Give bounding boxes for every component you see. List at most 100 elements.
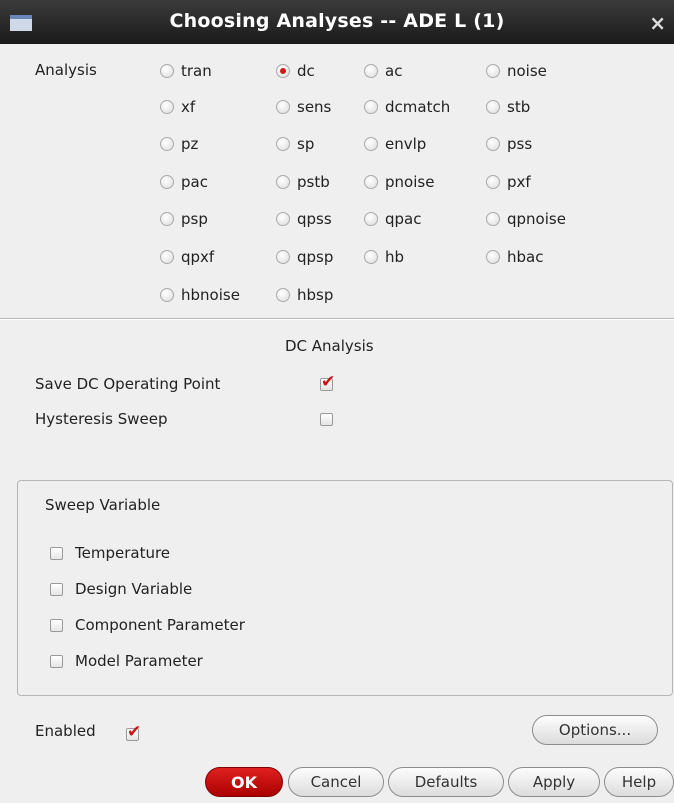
check-icon: ✔ — [321, 372, 336, 392]
sweep-variable-heading: Sweep Variable — [45, 496, 161, 514]
radio-pac-label: pac — [181, 173, 208, 191]
radio-hbsp-label: hbsp — [297, 286, 334, 304]
help-button[interactable]: Help — [604, 767, 674, 797]
radio-pnoise-icon — [364, 175, 378, 189]
radio-qpac-label: qpac — [385, 210, 422, 228]
dc-analysis-heading: DC Analysis — [285, 337, 374, 355]
radio-hb-icon — [364, 250, 378, 264]
radio-pstb[interactable]: pstb — [276, 172, 330, 192]
radio-tran-label: tran — [181, 62, 212, 80]
section-divider — [0, 318, 674, 320]
radio-pstb-icon — [276, 175, 290, 189]
radio-envlp-label: envlp — [385, 135, 427, 153]
radio-pac-icon — [160, 175, 174, 189]
temperature-checkbox[interactable] — [50, 547, 63, 560]
radio-ac-icon — [364, 64, 378, 78]
radio-hbsp[interactable]: hbsp — [276, 285, 333, 305]
radio-hbnoise-label: hbnoise — [181, 286, 240, 304]
radio-hbnoise-icon — [160, 288, 174, 302]
radio-qpxf[interactable]: qpxf — [160, 247, 214, 267]
radio-hbsp-icon — [276, 288, 290, 302]
radio-pac[interactable]: pac — [160, 172, 208, 192]
radio-hb-label: hb — [385, 248, 405, 266]
radio-sp[interactable]: sp — [276, 134, 314, 154]
radio-pnoise-label: pnoise — [385, 173, 435, 191]
radio-sens-icon — [276, 100, 290, 114]
radio-qpnoise-icon — [486, 212, 500, 226]
radio-pss[interactable]: pss — [486, 134, 532, 154]
radio-dcmatch[interactable]: dcmatch — [364, 97, 450, 117]
radio-sens-label: sens — [297, 98, 332, 116]
radio-pnoise[interactable]: pnoise — [364, 172, 434, 192]
window-title: Choosing Analyses -- ADE L (1) — [169, 10, 505, 32]
radio-hbac[interactable]: hbac — [486, 247, 543, 267]
model-parameter-checkbox[interactable] — [50, 655, 63, 668]
radio-pxf-label: pxf — [507, 173, 531, 191]
radio-ac-label: ac — [385, 62, 403, 80]
radio-noise[interactable]: noise — [486, 61, 547, 81]
radio-qpsp[interactable]: qpsp — [276, 247, 333, 267]
radio-qpnoise[interactable]: qpnoise — [486, 209, 566, 229]
radio-qpac-icon — [364, 212, 378, 226]
analysis-label: Analysis — [35, 61, 97, 79]
radio-qpss-icon — [276, 212, 290, 226]
enabled-checkbox[interactable]: ✔ — [126, 722, 141, 742]
radio-hbac-icon — [486, 250, 500, 264]
temperature-label: Temperature — [75, 544, 171, 562]
radio-qpac[interactable]: qpac — [364, 209, 421, 229]
radio-qpnoise-label: qpnoise — [507, 210, 566, 228]
radio-psp-label: psp — [181, 210, 208, 228]
radio-hb[interactable]: hb — [364, 247, 404, 267]
radio-dc[interactable]: dc — [276, 61, 315, 81]
component-parameter-checkbox[interactable] — [50, 619, 63, 632]
radio-qpsp-icon — [276, 250, 290, 264]
radio-stb-label: stb — [507, 98, 531, 116]
radio-stb[interactable]: stb — [486, 97, 530, 117]
design-variable-label: Design Variable — [75, 580, 193, 598]
radio-hbnoise[interactable]: hbnoise — [160, 285, 240, 305]
options-button[interactable]: Options... — [532, 715, 658, 745]
radio-qpsp-label: qpsp — [297, 248, 334, 266]
radio-xf[interactable]: xf — [160, 97, 195, 117]
radio-pz-icon — [160, 137, 174, 151]
model-parameter-label: Model Parameter — [75, 652, 203, 670]
radio-pss-label: pss — [507, 135, 533, 153]
radio-sp-label: sp — [297, 135, 315, 153]
radio-xf-icon — [160, 100, 174, 114]
radio-xf-label: xf — [181, 98, 196, 116]
radio-qpss-label: qpss — [297, 210, 332, 228]
radio-pxf[interactable]: pxf — [486, 172, 531, 192]
radio-ac[interactable]: ac — [364, 61, 402, 81]
radio-envlp[interactable]: envlp — [364, 134, 426, 154]
radio-dc-icon — [276, 64, 290, 78]
radio-qpxf-label: qpxf — [181, 248, 215, 266]
radio-noise-icon — [486, 64, 500, 78]
radio-sens[interactable]: sens — [276, 97, 331, 117]
radio-dc-label: dc — [297, 62, 315, 80]
radio-pxf-icon — [486, 175, 500, 189]
radio-dcmatch-icon — [364, 100, 378, 114]
save-dc-op-checkbox[interactable]: ✔ — [320, 372, 335, 392]
radio-psp[interactable]: psp — [160, 209, 208, 229]
close-icon[interactable]: × — [649, 11, 666, 35]
apply-button[interactable]: Apply — [508, 767, 600, 797]
radio-noise-label: noise — [507, 62, 547, 80]
ok-button[interactable]: OK — [205, 767, 283, 797]
radio-qpxf-icon — [160, 250, 174, 264]
cancel-button[interactable]: Cancel — [288, 767, 384, 797]
hysteresis-sweep-checkbox[interactable] — [320, 413, 333, 426]
radio-pss-icon — [486, 137, 500, 151]
radio-stb-icon — [486, 100, 500, 114]
radio-psp-icon — [160, 212, 174, 226]
radio-pz[interactable]: pz — [160, 134, 198, 154]
radio-pstb-label: pstb — [297, 173, 330, 191]
defaults-button[interactable]: Defaults — [388, 767, 504, 797]
save-dc-op-label: Save DC Operating Point — [35, 375, 221, 393]
hysteresis-sweep-label: Hysteresis Sweep — [35, 410, 168, 428]
enabled-label: Enabled — [35, 722, 96, 740]
radio-qpss[interactable]: qpss — [276, 209, 332, 229]
design-variable-checkbox[interactable] — [50, 583, 63, 596]
radio-sp-icon — [276, 137, 290, 151]
radio-tran[interactable]: tran — [160, 61, 212, 81]
title-bar: Choosing Analyses -- ADE L (1) × — [0, 0, 674, 44]
